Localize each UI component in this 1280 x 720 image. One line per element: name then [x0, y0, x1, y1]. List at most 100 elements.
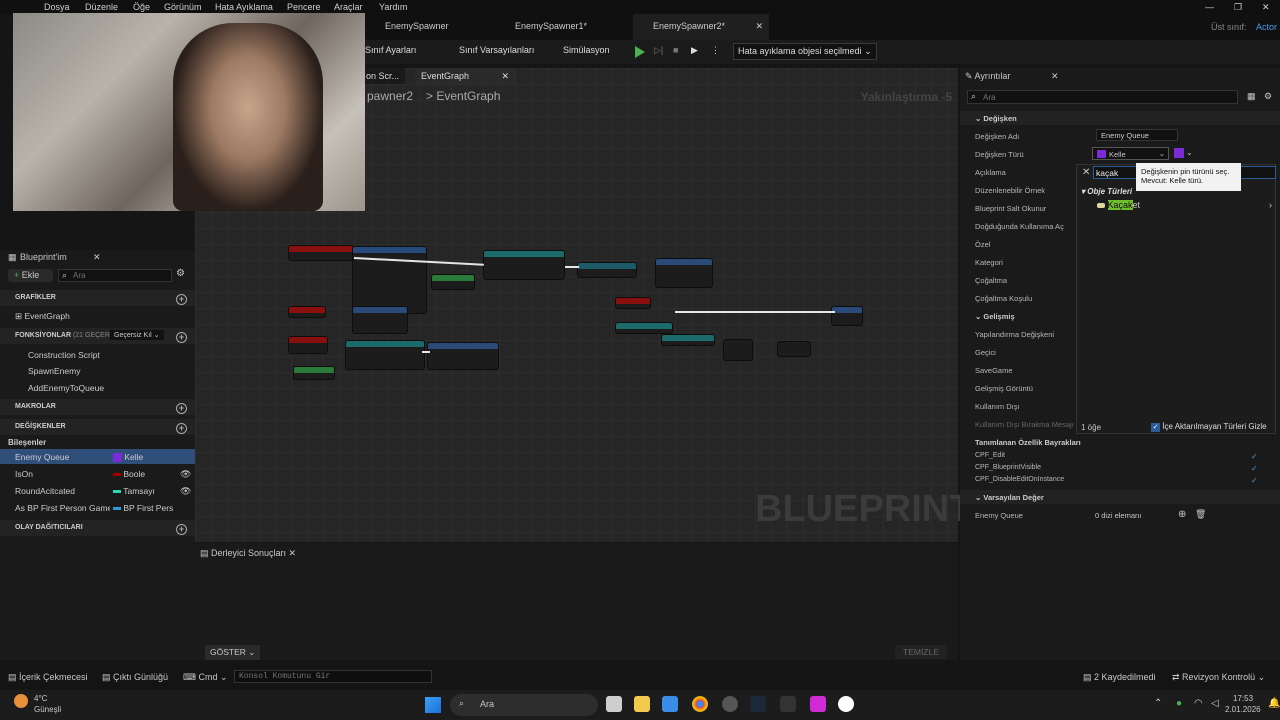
variable-type[interactable]: Boole — [113, 469, 145, 479]
close-icon[interactable]: ✕ — [1051, 71, 1059, 82]
add-dispatcher-icon[interactable]: + — [176, 524, 187, 535]
close-icon[interactable]: ✕ — [1262, 2, 1270, 13]
weather-temp[interactable]: 4°C — [34, 694, 47, 703]
get-game-mode-node-2[interactable] — [293, 366, 335, 380]
variable-name[interactable]: IsOn — [15, 469, 33, 479]
epic-games-icon[interactable] — [780, 696, 796, 712]
tab-enemyspawner1[interactable]: EnemySpawner1* — [495, 14, 595, 40]
variable-type[interactable]: BP First Pers — [113, 503, 173, 513]
call-function-node[interactable] — [427, 342, 499, 370]
variable-section[interactable]: ⌄ Değişken — [960, 111, 1280, 125]
variable-type[interactable]: Tamsayı — [113, 486, 155, 496]
event-node-3[interactable] — [615, 297, 651, 309]
output-log-button[interactable]: ▤ Çıktı Günlüğü — [102, 672, 168, 683]
task-view-icon[interactable] — [606, 696, 622, 712]
cast-node-2[interactable] — [345, 340, 425, 370]
more-icon[interactable]: ⋮ — [711, 45, 720, 56]
components-category[interactable]: Bileşenler — [8, 438, 46, 447]
variables-section[interactable]: DEĞİŞKENLER + — [0, 419, 195, 435]
graph-item-eventgraph[interactable]: ⊞ EventGraph — [15, 311, 70, 322]
menu-asset[interactable]: Öğe — [133, 2, 150, 12]
debug-object-dropdown[interactable]: Hata ayıklama objesi seçilmedi ⌄ — [733, 43, 877, 60]
get-game-mode-node[interactable] — [431, 274, 475, 290]
add-macro-icon[interactable]: + — [176, 403, 187, 414]
file-explorer-icon[interactable] — [634, 696, 650, 712]
weather-label[interactable]: Güneşli — [34, 705, 61, 714]
menu-help[interactable]: Yardım — [379, 2, 407, 12]
compare-node[interactable] — [723, 339, 753, 361]
override-dropdown[interactable]: Geçersiz Kıl ⌄ — [110, 330, 164, 340]
menu-window[interactable]: Pencere — [287, 2, 321, 12]
add-element-icon[interactable]: ⊕ — [1178, 509, 1186, 520]
event-dispatchers-section[interactable]: OLAY DAĞITICILARI + — [0, 520, 195, 536]
clock-time[interactable]: 17:53 — [1233, 694, 1253, 703]
var-name-input[interactable] — [1096, 129, 1178, 141]
menu-view[interactable]: Görünüm — [164, 2, 202, 12]
eye-icon[interactable]: 👁 — [180, 486, 191, 497]
taskbar-search[interactable]: ⌕ Ara — [450, 694, 598, 716]
hide-unloaded-checkbox[interactable]: ✓ İçe Aktarılmayan Türleri Gizle — [1151, 422, 1267, 432]
add-graph-icon[interactable]: + — [176, 294, 187, 305]
menu-edit[interactable]: Düzenle — [85, 2, 118, 12]
play-icon[interactable] — [635, 46, 645, 58]
unreal-engine-icon[interactable] — [838, 696, 854, 712]
compiler-tab[interactable]: ▤ Derleyici Sonuçları ✕ — [200, 548, 296, 559]
app-icon-2[interactable] — [810, 696, 826, 712]
search-input[interactable] — [58, 269, 172, 282]
unsaved-button[interactable]: ▤ 2 Kaydedilmedi — [1083, 672, 1156, 683]
cast-node[interactable] — [483, 250, 565, 280]
grid-icon[interactable]: ▦ — [1247, 91, 1256, 102]
getter-node[interactable] — [661, 334, 715, 346]
graphs-section[interactable]: GRAFİKLER + — [0, 290, 195, 306]
event-node[interactable] — [288, 245, 354, 261]
steam-icon[interactable] — [750, 696, 766, 712]
variable-name[interactable]: Enemy Queue — [15, 452, 69, 462]
menu-debug[interactable]: Hata Ayıklama — [215, 2, 273, 12]
clock-date[interactable]: 2.01.2026 — [1225, 705, 1261, 714]
gear-icon[interactable]: ⚙ — [1264, 91, 1272, 102]
function-item[interactable]: Construction Script — [28, 350, 100, 360]
clear-search-icon[interactable]: ✕ — [1082, 167, 1090, 178]
minimize-icon[interactable]: — — [1205, 2, 1214, 12]
class-defaults-button[interactable]: Sınıf Varsayılanları — [459, 45, 534, 55]
close-icon[interactable]: ✕ — [93, 252, 101, 263]
macros-section[interactable]: MAKROLAR + — [0, 399, 195, 415]
tab-enemyspawner2[interactable]: EnemySpawner2* ✕ — [633, 14, 769, 40]
bind-event-node[interactable] — [352, 246, 427, 314]
parent-class-link[interactable]: Actor — [1256, 22, 1277, 32]
chevron-down-icon[interactable]: ⌄ — [1186, 148, 1193, 157]
revision-control-button[interactable]: ⇄ Revizyon Kontrolü ⌄ — [1172, 672, 1265, 683]
chrome-icon[interactable] — [692, 696, 708, 712]
simulation-button[interactable]: Simülasyon — [563, 45, 610, 55]
functions-section[interactable]: FONKSİYONLAR (21 GEÇERSİ Geçersiz Kıl ⌄ + — [0, 328, 195, 344]
category-header[interactable]: ▾ Obje Türleri — [1081, 187, 1132, 196]
variable-name[interactable]: RoundAcitcated — [15, 486, 75, 496]
default-value-section[interactable]: ⌄ Varsayılan Değer — [960, 490, 1280, 504]
tab-construction-script[interactable]: on Scr... — [360, 68, 406, 84]
function-item[interactable]: SpawnEnemy — [28, 366, 80, 376]
tab-close-icon[interactable]: ✕ — [501, 71, 509, 82]
spawn-node[interactable] — [352, 306, 408, 334]
math-node[interactable] — [777, 341, 811, 357]
menu-file[interactable]: Dosya — [44, 2, 70, 12]
details-tab[interactable]: ✎ Ayrıntılar — [965, 71, 1010, 82]
set-variable-node[interactable] — [577, 262, 637, 278]
gear-icon[interactable]: ⚙ — [176, 268, 185, 279]
function-item[interactable]: AddEnemyToQueue — [28, 383, 104, 393]
wifi-icon[interactable]: ◠ — [1194, 698, 1203, 709]
add-variable-icon[interactable]: + — [176, 423, 187, 434]
app-icon[interactable] — [722, 696, 738, 712]
windows-start-icon[interactable] — [425, 697, 441, 713]
tray-chevron-icon[interactable]: ⌃ — [1154, 698, 1162, 709]
menu-tools[interactable]: Araçlar — [334, 2, 363, 12]
function-call-node[interactable] — [655, 258, 713, 288]
store-icon[interactable] — [662, 696, 678, 712]
weather-icon[interactable] — [14, 694, 28, 708]
eye-icon[interactable]: 👁 — [180, 469, 191, 480]
notification-icon[interactable]: 🔔 — [1268, 698, 1280, 709]
step-icon[interactable]: ▷| — [654, 45, 663, 56]
cmd-dropdown[interactable]: ⌨ Cmd ⌄ — [183, 672, 228, 683]
chevron-right-icon[interactable]: › — [1269, 200, 1272, 210]
console-input[interactable] — [234, 670, 432, 683]
tab-event-graph[interactable]: EventGraph ✕ — [415, 68, 515, 84]
